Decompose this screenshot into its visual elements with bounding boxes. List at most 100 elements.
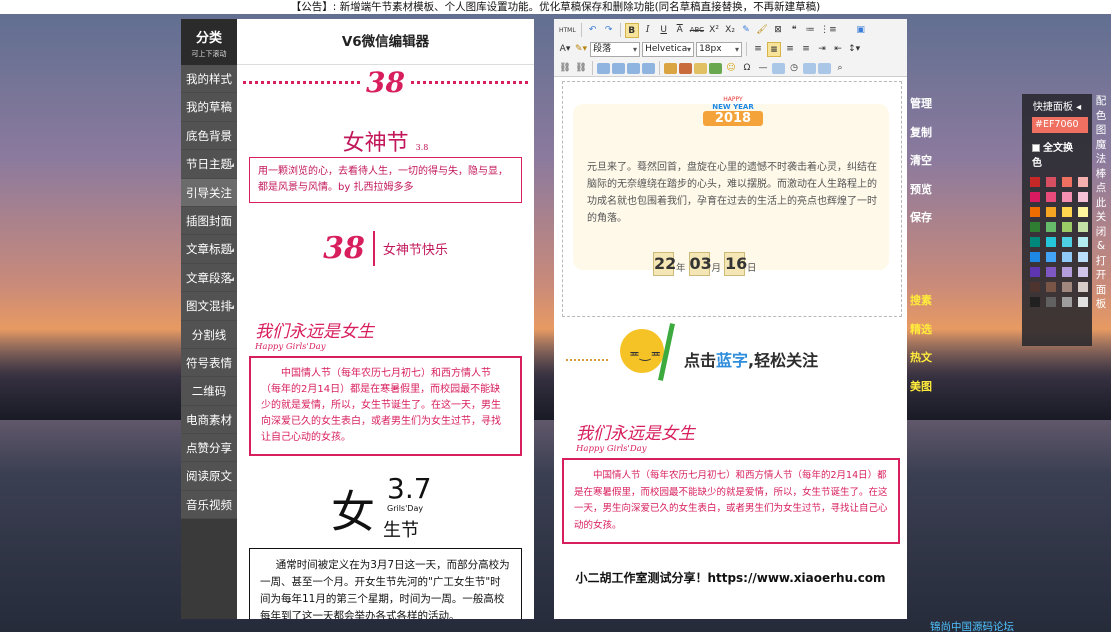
unlink-icon[interactable]: ⛓ [574,61,588,76]
color-swatch[interactable] [1046,267,1056,277]
featured-button[interactable]: 精选 [910,321,932,350]
table-icon[interactable] [803,62,816,74]
sidebar-item-qrcode[interactable]: 二维码 [181,377,237,406]
font-size-select[interactable]: 18px [696,41,743,57]
template-panel[interactable]: V6微信编辑器 38 女神节 3.8 用一颗浏览的心，去看待人生，一切的得与失，… [237,19,534,619]
indent-icon[interactable]: ⇥ [815,42,829,57]
preview-button[interactable]: 预览 [910,181,932,210]
link-icon[interactable]: ⛓ [558,61,572,76]
map-icon[interactable] [709,62,722,74]
ordered-list-icon[interactable]: ≔ [803,23,817,38]
color-swatch[interactable] [1030,252,1040,262]
image-right-icon[interactable] [627,62,640,74]
gallery-button[interactable]: 美图 [910,378,932,407]
color-swatch[interactable] [1078,222,1088,232]
fullscreen-icon[interactable]: ▣ [854,23,868,38]
attachment-icon[interactable] [694,62,707,74]
color-swatch[interactable] [1062,252,1072,262]
sidebar-item-divider[interactable]: 分割线 [181,320,237,349]
highlight-color-icon[interactable]: ✎▾ [574,42,588,57]
align-right-icon[interactable]: ≡ [783,42,797,57]
special-char-icon[interactable]: Ω [740,61,754,76]
template-card-goddess[interactable]: 女神节 3.8 用一颗浏览的心，去看待人生，一切的得与失，隐与显，都是风景与风情… [237,125,534,203]
color-swatch[interactable] [1030,267,1040,277]
footer-link[interactable]: 锦尚中国源码论坛 [930,619,1014,632]
align-left-icon[interactable]: ≡ [751,42,765,57]
sidebar-item-ecommerce[interactable]: 电商素材 [181,405,237,435]
color-swatch[interactable] [1030,177,1040,187]
color-swatch[interactable] [1030,192,1040,202]
color-swatch[interactable] [1062,222,1072,232]
align-center-icon[interactable]: ≡ [767,41,782,57]
sidebar-item-my-drafts[interactable]: 我的草稿 [181,93,237,122]
outdent-icon[interactable]: ⇤ [831,42,845,57]
sidebar-item-illustration[interactable]: 插图封面 [181,206,237,236]
undo-button[interactable]: ↶ [586,23,600,38]
clear-button[interactable]: 清空 [910,152,932,181]
caret-up-icon[interactable]: ◂ [1076,102,1081,113]
underline-button[interactable]: U [657,23,671,38]
align-justify-icon[interactable]: ≡ [799,42,813,57]
sidebar-item-my-styles[interactable]: 我的样式 [181,65,237,94]
color-swatch[interactable] [1030,207,1040,217]
color-swatch[interactable] [1046,177,1056,187]
checkbox-icon[interactable] [1032,144,1040,152]
full-color-checkbox[interactable]: 全文换色 [1022,135,1092,173]
color-swatch[interactable] [1046,192,1056,202]
overline-button[interactable]: A [673,23,687,38]
color-swatch[interactable] [1062,297,1072,307]
color-swatch[interactable] [1030,282,1040,292]
color-swatch[interactable] [1046,207,1056,217]
time-icon[interactable]: ◷ [787,61,801,76]
manage-button[interactable]: 管理 [910,95,932,124]
sidebar-item-holiday[interactable]: 节日主题 [181,150,237,179]
image-left-icon[interactable] [597,62,610,74]
template-card-38-divider[interactable]: 38 [237,66,534,99]
color-swatch[interactable] [1030,297,1040,307]
hot-articles-button[interactable]: 热文 [910,349,932,378]
image-center-icon[interactable] [642,62,655,74]
color-swatch[interactable] [1078,192,1088,202]
template-card-goddess-happy[interactable]: 38 女神节快乐 [237,231,534,266]
template-card-girls-day[interactable]: 我们永远是女生 Happy Girls'Day 中国情人节（每年农历七月初七）和… [237,317,534,456]
editor-document[interactable]: HAPPY NEW YEAR 2018 元旦来了。蓦然回首，盘旋在心里的遗憾不时… [562,81,902,317]
sidebar-item-mixed-layout[interactable]: 图文混排 [181,292,237,321]
color-swatch[interactable] [1062,192,1072,202]
color-swatch[interactable] [1046,282,1056,292]
sidebar-item-read-more[interactable]: 阅读原文 [181,462,237,491]
category-sidebar[interactable]: 分类 可上下滚动 我的样式 我的草稿 底色背景 节日主题 引导关注 插图封面 文… [181,19,237,619]
strikethrough-button[interactable]: ABC [689,23,705,38]
color-swatch[interactable] [1078,207,1088,217]
line-height-icon[interactable]: ↕▾ [847,42,861,57]
search-replace-icon[interactable]: ⌕ [833,61,847,76]
color-swatch[interactable] [1062,177,1072,187]
sidebar-item-background[interactable]: 底色背景 [181,121,237,151]
color-swatch[interactable] [1046,222,1056,232]
color-swatch[interactable] [1046,237,1056,247]
italic-button[interactable]: I [641,23,655,38]
image-none-icon[interactable] [612,62,625,74]
eraser-icon[interactable]: ✎ [739,23,753,38]
rich-text-editor[interactable]: HTML ↶ ↷ B I U A ABC X² X₂ ✎ 🖌 ⊠ ❝ ≔ ⋮≡ … [554,19,907,619]
sidebar-item-music-video[interactable]: 音乐视频 [181,490,237,520]
insert-image-icon[interactable] [664,62,677,74]
color-swatch[interactable] [1078,267,1088,277]
redo-button[interactable]: ↷ [602,23,616,38]
color-swatch[interactable] [1062,282,1072,292]
paragraph-select[interactable]: 段落 [590,41,641,57]
color-swatch[interactable] [1062,237,1072,247]
save-button[interactable]: 保存 [910,209,932,238]
blockquote-icon[interactable]: ❝ [787,23,801,38]
color-swatch[interactable] [1046,252,1056,262]
color-swatches[interactable] [1022,173,1092,311]
copy-button[interactable]: 复制 [910,124,932,153]
color-swatch[interactable] [1030,237,1040,247]
sidebar-item-article-title[interactable]: 文章标题 [181,235,237,264]
sidebar-item-guide-follow[interactable]: 引导关注 [181,178,237,207]
color-swatch[interactable] [1078,252,1088,262]
html-source-button[interactable]: HTML [558,23,577,38]
search-button[interactable]: 搜素 [910,292,932,321]
color-swatch[interactable] [1030,222,1040,232]
emoji-icon[interactable]: ☺ [724,61,738,76]
clear-format-icon[interactable]: ⊠ [771,23,785,38]
